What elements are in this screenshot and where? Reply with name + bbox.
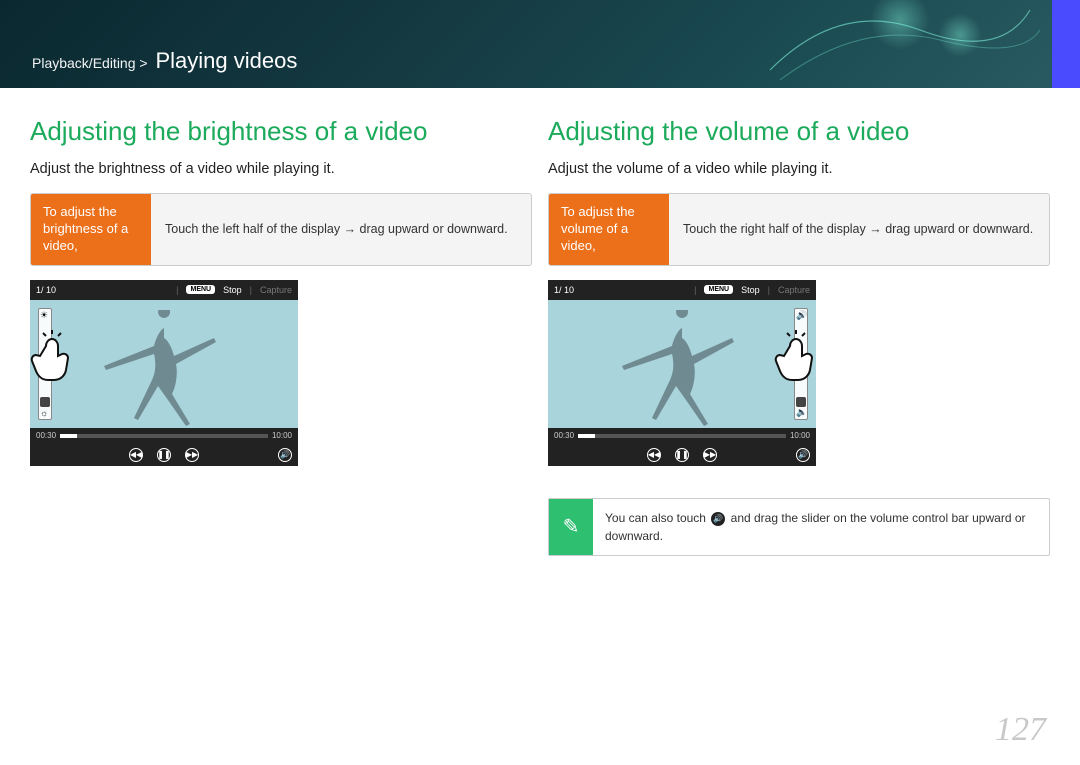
brightness-instruction: To adjust the brightness of a video, Tou… bbox=[30, 193, 532, 266]
pause-button[interactable]: ❚❚ bbox=[675, 448, 689, 462]
note-body: You can also touch 🔊 and drag the slider… bbox=[593, 499, 1049, 555]
volume-player: 1/ 10 | MENU Stop | Capture 🔊 🔈 bbox=[548, 280, 816, 466]
breadcrumb: Playback/Editing > Playing videos bbox=[32, 48, 297, 74]
volume-instruction: To adjust the volume of a video, Touch t… bbox=[548, 193, 1050, 266]
volume-heading: Adjusting the volume of a video bbox=[548, 116, 1050, 147]
clip-counter: 1/ 10 bbox=[554, 285, 686, 295]
clip-counter: 1/ 10 bbox=[36, 285, 168, 295]
volume-intro: Adjust the volume of a video while playi… bbox=[548, 161, 1050, 177]
player-controls: ◀◀ ❚❚ ▶▶ 🔊 bbox=[548, 444, 816, 466]
volume-button[interactable]: 🔊 bbox=[796, 448, 810, 462]
brightness-column: Adjusting the brightness of a video Adju… bbox=[30, 116, 532, 556]
brightness-max-icon: ☀ bbox=[40, 310, 48, 321]
brightness-instruction-label: To adjust the brightness of a video, bbox=[31, 194, 151, 265]
rewind-button[interactable]: ◀◀ bbox=[647, 448, 661, 462]
player-top-bar: 1/ 10 | MENU Stop | Capture bbox=[548, 280, 816, 300]
time-elapsed: 00:30 bbox=[554, 431, 574, 440]
breadcrumb-title: Playing videos bbox=[155, 48, 297, 73]
header-decoration bbox=[760, 0, 1040, 88]
volume-max-icon: 🔊 bbox=[796, 310, 807, 321]
dancer-silhouette bbox=[94, 310, 234, 428]
capture-label: Capture bbox=[778, 285, 810, 295]
menu-badge: MENU bbox=[704, 285, 733, 294]
forward-button[interactable]: ▶▶ bbox=[703, 448, 717, 462]
player-top-bar: 1/ 10 | MENU Stop | Capture bbox=[30, 280, 298, 300]
time-elapsed: 00:30 bbox=[36, 431, 56, 440]
progress-bar[interactable]: 00:30 10:00 bbox=[548, 428, 816, 444]
progress-track[interactable] bbox=[578, 434, 786, 438]
volume-column: Adjusting the volume of a video Adjust t… bbox=[548, 116, 1050, 556]
volume-button[interactable]: 🔊 bbox=[278, 448, 292, 462]
volume-min-icon: 🔈 bbox=[796, 407, 807, 418]
volume-note: ✎ You can also touch 🔊 and drag the slid… bbox=[548, 498, 1050, 556]
video-area[interactable]: ☀ ☼ bbox=[30, 300, 298, 428]
rewind-button[interactable]: ◀◀ bbox=[129, 448, 143, 462]
page-number: 127 bbox=[995, 711, 1046, 749]
time-total: 10:00 bbox=[790, 431, 810, 440]
progress-bar[interactable]: 00:30 10:00 bbox=[30, 428, 298, 444]
video-area[interactable]: 🔊 🔈 bbox=[548, 300, 816, 428]
volume-slider-handle[interactable] bbox=[796, 397, 806, 407]
menu-badge: MENU bbox=[186, 285, 215, 294]
volume-instruction-body: Touch the right half of the display → dr… bbox=[669, 194, 1049, 265]
side-tab-indicator bbox=[1052, 0, 1080, 88]
brightness-instruction-body: Touch the left half of the display → dra… bbox=[151, 194, 531, 265]
volume-instruction-label: To adjust the volume of a video, bbox=[549, 194, 669, 265]
brightness-intro: Adjust the brightness of a video while p… bbox=[30, 161, 532, 177]
speaker-icon: 🔊 bbox=[711, 512, 725, 526]
forward-button[interactable]: ▶▶ bbox=[185, 448, 199, 462]
player-controls: ◀◀ ❚❚ ▶▶ 🔊 bbox=[30, 444, 298, 466]
stop-label: Stop bbox=[223, 285, 242, 295]
brightness-min-icon: ☼ bbox=[40, 408, 48, 418]
capture-label: Capture bbox=[260, 285, 292, 295]
note-text-pre: You can also touch bbox=[605, 511, 709, 525]
time-total: 10:00 bbox=[272, 431, 292, 440]
page-content: Adjusting the brightness of a video Adju… bbox=[0, 88, 1080, 556]
page-header: Playback/Editing > Playing videos bbox=[0, 0, 1080, 88]
touch-gesture-icon bbox=[770, 328, 816, 384]
progress-track[interactable] bbox=[60, 434, 268, 438]
note-pen-icon: ✎ bbox=[549, 499, 593, 555]
brightness-slider-handle[interactable] bbox=[40, 397, 50, 407]
touch-gesture-icon bbox=[30, 328, 82, 384]
breadcrumb-section: Playback/Editing > bbox=[32, 55, 148, 71]
brightness-heading: Adjusting the brightness of a video bbox=[30, 116, 532, 147]
dancer-silhouette bbox=[612, 310, 752, 428]
stop-label: Stop bbox=[741, 285, 760, 295]
brightness-player: 1/ 10 | MENU Stop | Capture ☀ ☼ bbox=[30, 280, 298, 466]
pause-button[interactable]: ❚❚ bbox=[157, 448, 171, 462]
